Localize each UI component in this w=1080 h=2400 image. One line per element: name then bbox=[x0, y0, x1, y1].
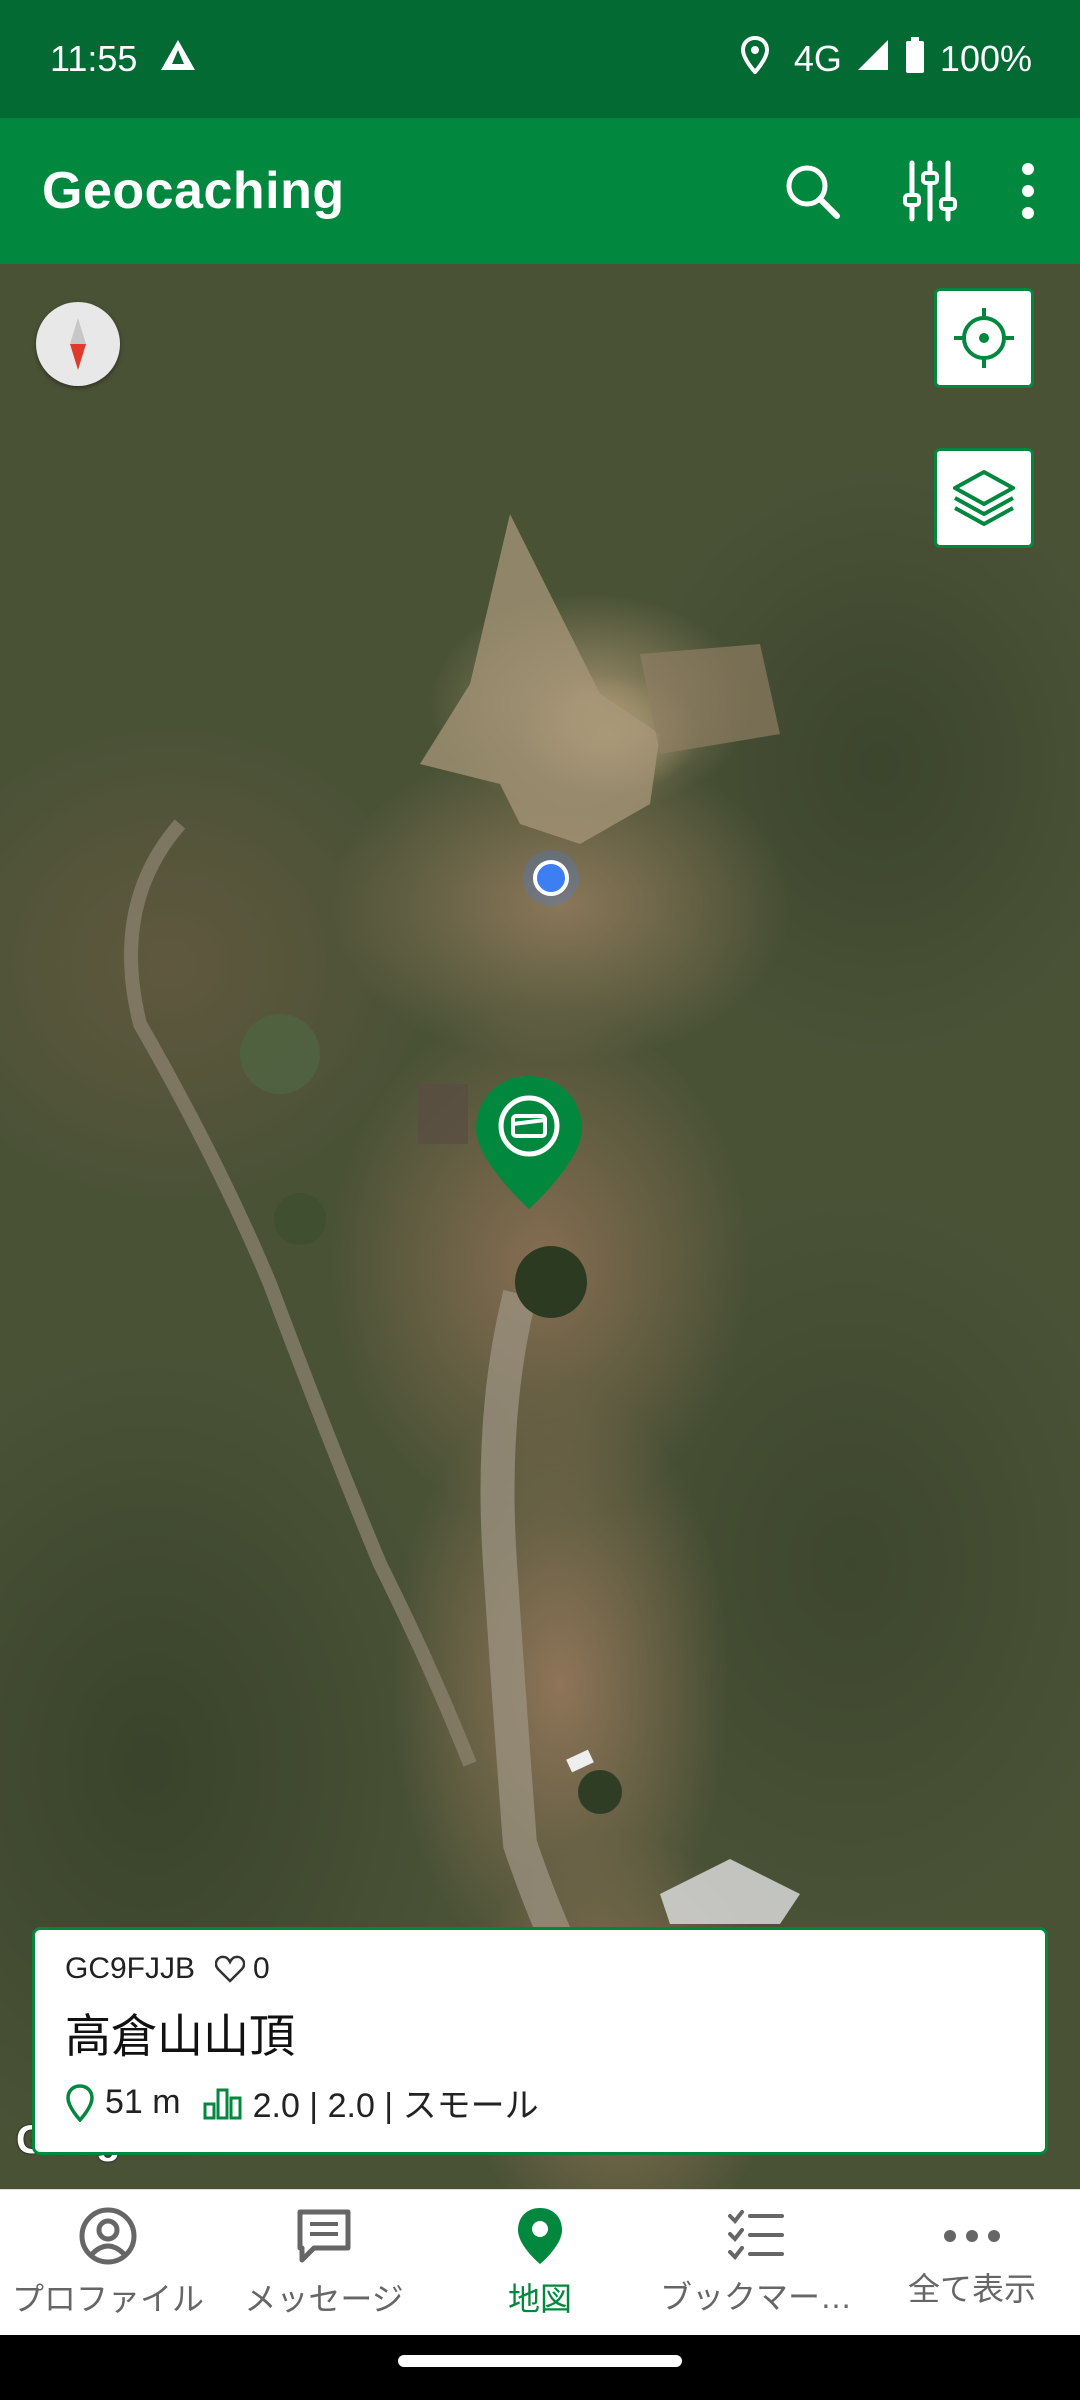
user-location-marker bbox=[533, 860, 569, 896]
more-horiz-icon bbox=[942, 2216, 1002, 2256]
nav-messages-label: メッセージ bbox=[244, 2281, 404, 2317]
heart-icon bbox=[215, 1955, 246, 1983]
dt-size-value: 2.0 | 2.0 | スモール bbox=[252, 2087, 539, 2125]
nav-profile[interactable]: プロファイル bbox=[0, 2190, 216, 2336]
more-vert-icon[interactable] bbox=[1018, 161, 1038, 221]
nav-bookmarks-label: ブックマー… bbox=[659, 2279, 852, 2315]
favorites: 0 bbox=[215, 1952, 270, 1986]
cache-info-card[interactable]: GC9FJJB 0 高倉山山頂 51 m 2.0 | 2.0 | スモール bbox=[32, 1927, 1048, 2155]
message-icon bbox=[294, 2206, 354, 2266]
profile-icon bbox=[78, 2206, 138, 2266]
signal-icon bbox=[856, 38, 890, 81]
network-type: 4G bbox=[793, 38, 842, 79]
status-time: 11:55 bbox=[50, 38, 138, 79]
system-navigation-bar bbox=[0, 2335, 1080, 2400]
nav-bookmarks[interactable]: ブックマー… bbox=[648, 2190, 864, 2336]
satellite-imagery bbox=[124, 514, 800, 2113]
distance: 51 m bbox=[65, 2083, 181, 2122]
search-icon[interactable] bbox=[782, 161, 842, 221]
home-gesture-handle[interactable] bbox=[398, 2355, 682, 2367]
layers-icon bbox=[951, 466, 1017, 530]
battery-level: 100% bbox=[939, 38, 1032, 79]
app-bar: Geocaching bbox=[0, 118, 1080, 264]
nav-messages[interactable]: メッセージ bbox=[216, 2190, 432, 2336]
cache-marker[interactable] bbox=[474, 1074, 584, 1215]
location-icon bbox=[740, 35, 770, 83]
compass-icon[interactable] bbox=[36, 302, 120, 386]
app-title: Geocaching bbox=[42, 162, 345, 220]
layers-button[interactable] bbox=[934, 448, 1034, 548]
battery-icon bbox=[904, 36, 926, 83]
bookmark-list-icon bbox=[726, 2208, 786, 2264]
dt-bars-icon bbox=[203, 2086, 243, 2120]
difficulty-terrain-size: 2.0 | 2.0 | スモール bbox=[203, 2078, 539, 2127]
nav-more[interactable]: 全て表示 bbox=[864, 2190, 1080, 2336]
nav-map-label: 地図 bbox=[507, 2281, 572, 2317]
distance-value: 51 m bbox=[105, 2083, 181, 2121]
map-pin-icon bbox=[515, 2206, 565, 2266]
filter-sliders-icon[interactable] bbox=[902, 159, 958, 223]
favorites-count: 0 bbox=[253, 1952, 270, 1985]
nav-profile-label: プロファイル bbox=[11, 2281, 204, 2317]
cache-code: GC9FJJB bbox=[65, 1952, 196, 1985]
alert-triangle-icon bbox=[159, 38, 197, 81]
status-bar: 11:55 4G 100% bbox=[0, 0, 1080, 118]
distance-pin-icon bbox=[65, 2083, 95, 2122]
map-view[interactable] bbox=[0, 264, 1080, 2189]
cache-name: 高倉山山頂 bbox=[65, 2010, 295, 2062]
nav-more-label: 全て表示 bbox=[907, 2271, 1036, 2307]
nav-map[interactable]: 地図 bbox=[432, 2190, 648, 2336]
bottom-navigation: プロファイル メッセージ 地図 ブックマー… 全て表示 bbox=[0, 2189, 1080, 2336]
my-location-button[interactable] bbox=[934, 288, 1034, 388]
my-location-icon bbox=[952, 306, 1016, 370]
